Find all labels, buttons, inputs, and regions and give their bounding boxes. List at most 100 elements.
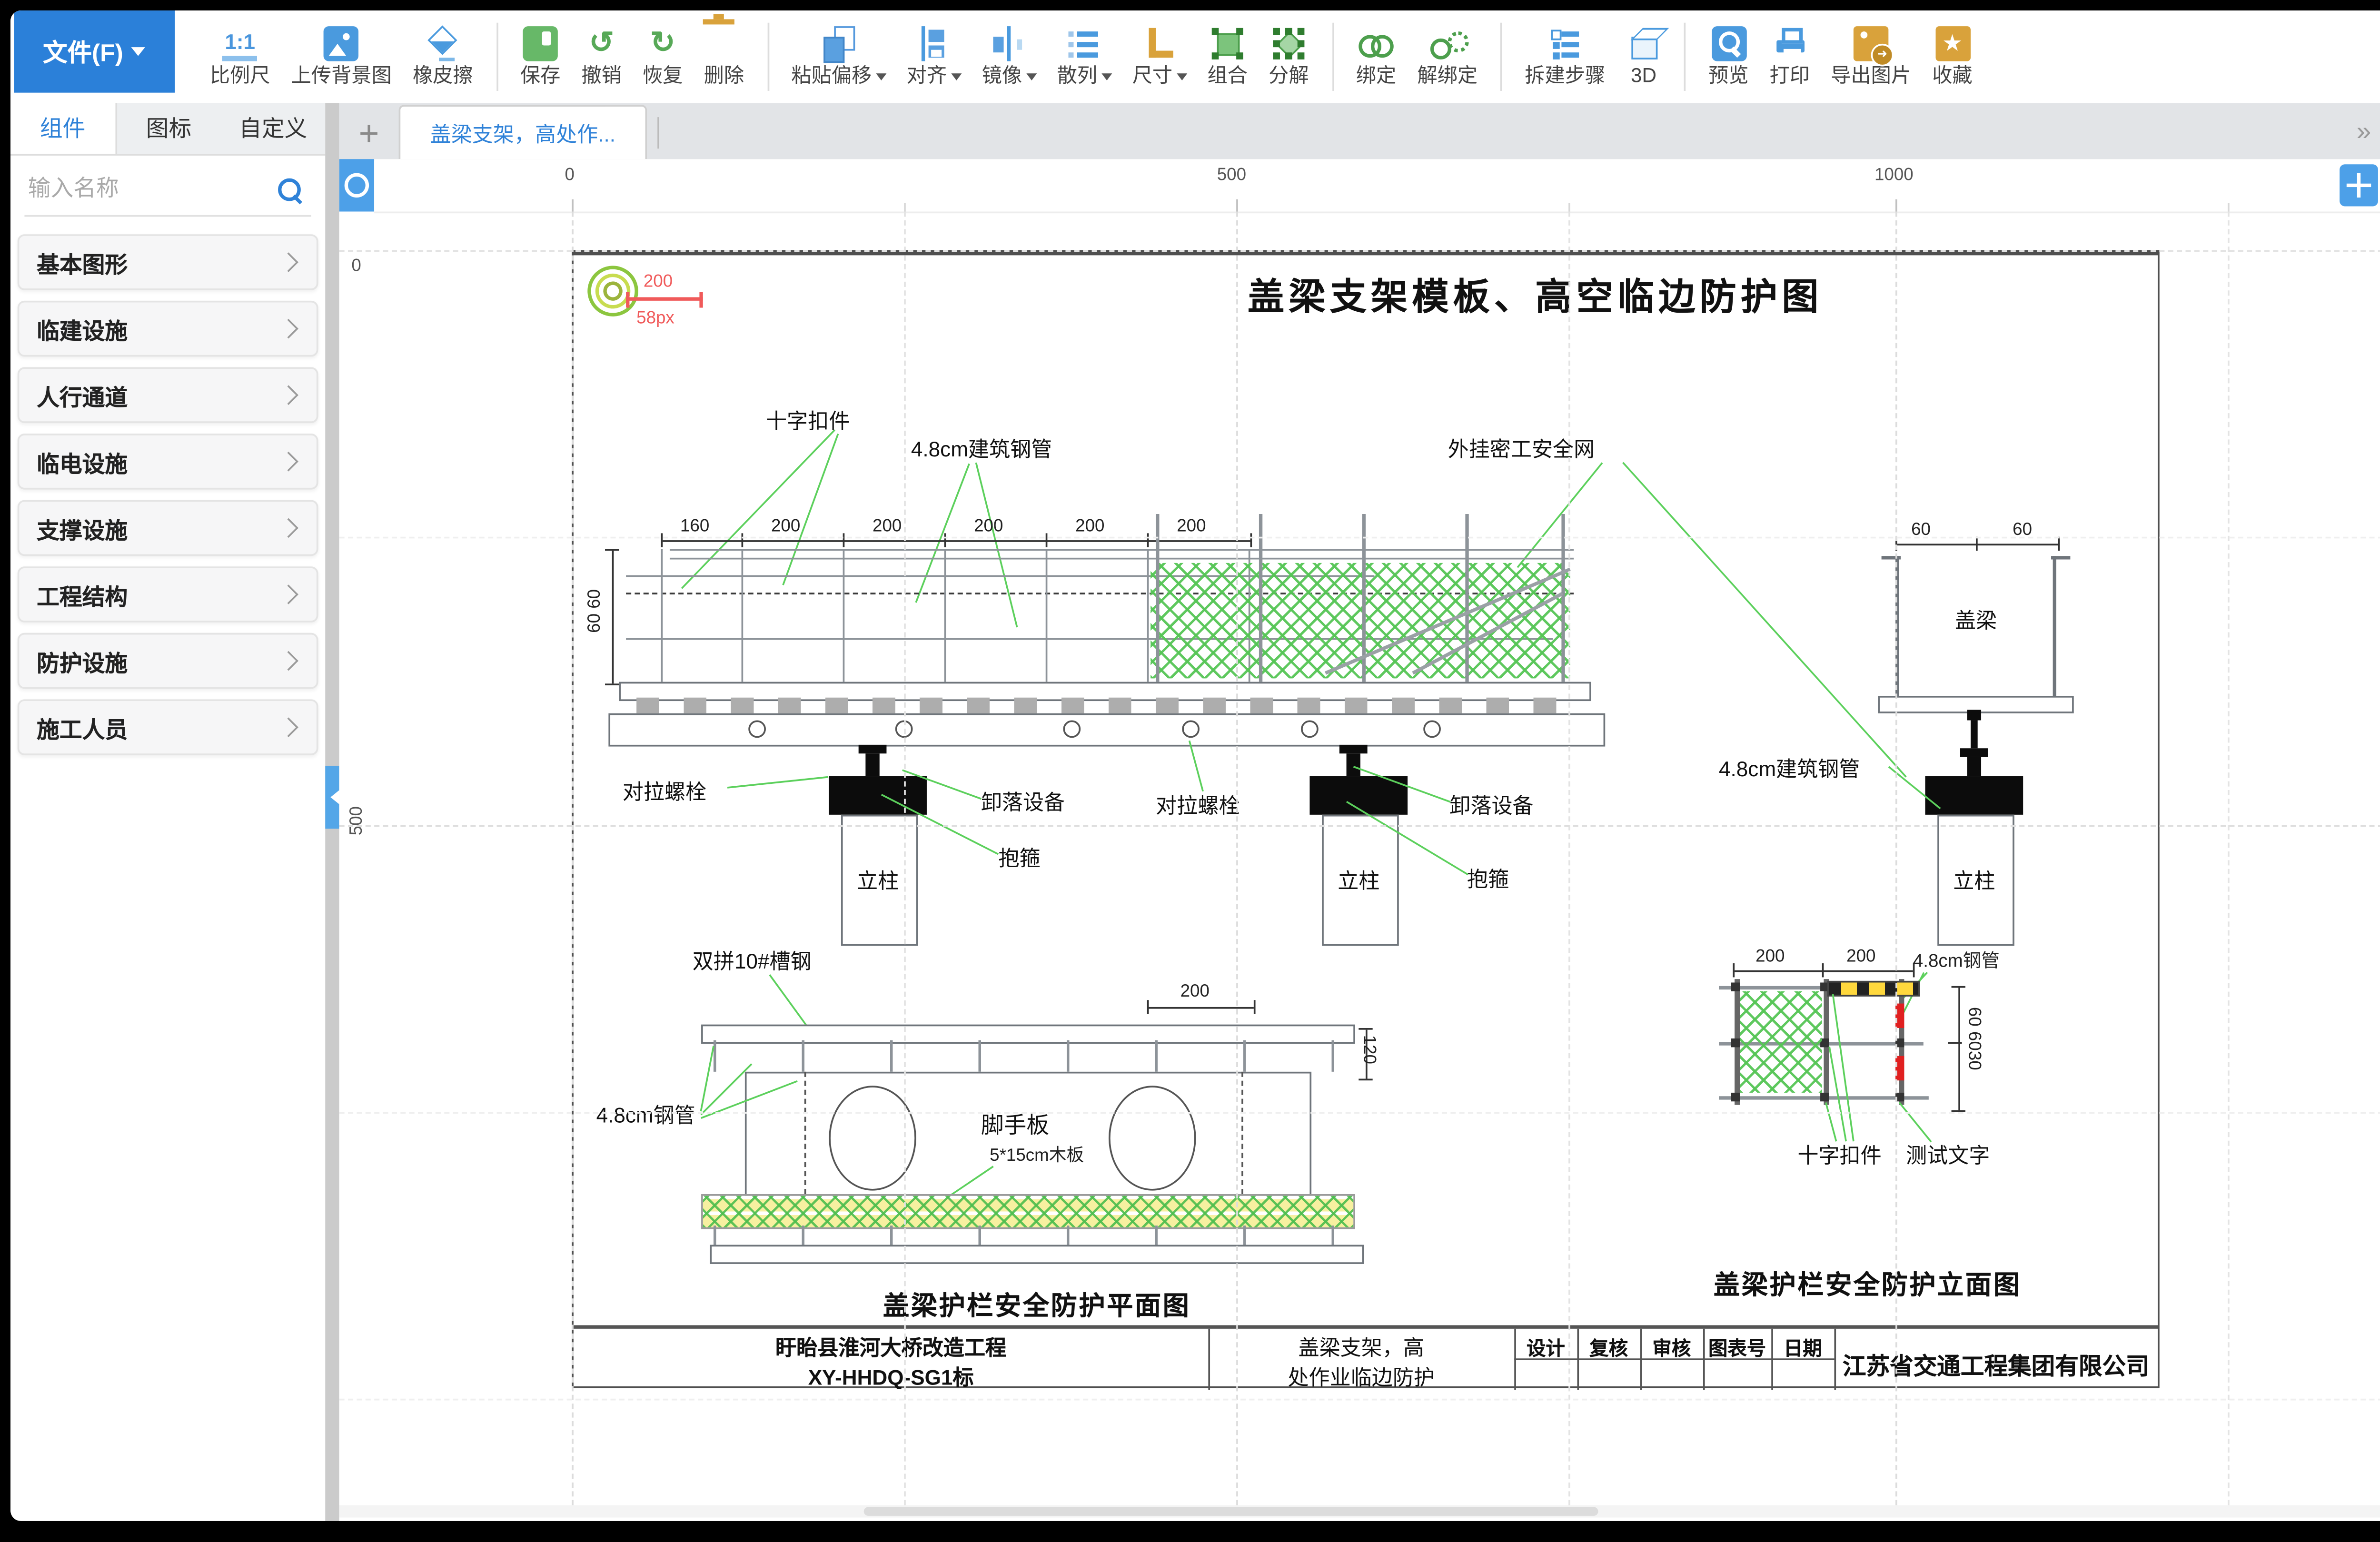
document-tab-active[interactable]: 盖梁支架，高处作... (399, 105, 647, 159)
sidebar-tab-components[interactable]: 组件 (10, 103, 117, 154)
toolbar-button-print[interactable]: 打印 (1759, 10, 1821, 103)
toolbar-separator (1684, 23, 1686, 91)
toolbar-button-distribute[interactable]: 散列 (1047, 10, 1122, 103)
ruler-label: 0 (351, 257, 361, 276)
toolbar-button-build-steps[interactable]: 拆建步骤 (1514, 10, 1616, 103)
column-header: 日期 (1771, 1334, 1834, 1362)
callout-hoop: 抱箍 (999, 843, 1041, 872)
toolbar-button-label: 分解 (1269, 67, 1309, 88)
category-label: 工程结构 (37, 578, 128, 611)
callout-steel-pipe: 4.8cm建筑钢管 (911, 434, 1052, 463)
callout-steel-pipe: 4.8cm建筑钢管 (1719, 753, 1860, 783)
search-input[interactable] (24, 173, 276, 203)
jack-stem (1971, 720, 1978, 748)
column-label: 立柱 (857, 865, 899, 895)
sidebar-item-construction-workers[interactable]: 施工人员 (18, 699, 318, 755)
toolbar-button-align[interactable]: 对齐 (896, 10, 972, 103)
dim-tick (1976, 537, 1978, 551)
sidebar-item-protection-facilities[interactable]: 防护设施 (18, 633, 318, 689)
toolbar-button-eraser[interactable]: 橡皮擦 (402, 10, 484, 103)
sidebar-item-temporary-facilities[interactable]: 临建设施 (18, 301, 318, 357)
toolbar-button-mirror[interactable]: 镜像 (972, 10, 1047, 103)
toolbar-button-preview[interactable]: 预览 (1698, 10, 1759, 103)
toolbar-button-scale-ruler[interactable]: 1:1比例尺 (199, 10, 281, 103)
toolbar-button-label: 打印 (1770, 67, 1810, 88)
callout-channel-steel: 双拼10#槽钢 (693, 946, 812, 975)
origin-icon (345, 173, 369, 198)
callout-cross-clamp: 十字扣件 (1797, 1140, 1881, 1169)
horizontal-scrollbar[interactable] (339, 1505, 2380, 1518)
rail-line (670, 558, 1574, 560)
toolbar-button-label: 上传背景图 (291, 67, 392, 88)
toolbar-button-bind[interactable]: 绑定 (1346, 10, 1407, 103)
section-caption: 盖梁护栏安全防护立面图 (1693, 1266, 2043, 1303)
sidebar-item-basic-shapes[interactable]: 基本图形 (18, 234, 318, 290)
distribute-icon (1067, 26, 1101, 61)
toolbar-button-label: 导出图片 (1831, 67, 1911, 88)
file-menu-label: 文件(F) (43, 34, 123, 69)
dim-label: 60 60 (586, 589, 605, 633)
toolbar-button-export-image[interactable]: 导出图片 (1820, 10, 1922, 103)
add-tab-button[interactable]: + (339, 110, 399, 159)
rail-line (670, 549, 1574, 551)
search-icon[interactable] (276, 177, 304, 205)
toolbar-button-label: 橡皮擦 (413, 67, 473, 88)
callout-unload-device: 卸落设备 (981, 787, 1065, 816)
toolbar-button-label: 解绑定 (1417, 67, 1478, 88)
leader-line (1517, 462, 1604, 568)
fit-view-button[interactable] (2340, 164, 2378, 206)
sidebar-search (24, 173, 311, 217)
jack-bolt (1960, 748, 1988, 757)
sidebar-tab-icons[interactable]: 图标 (117, 103, 221, 154)
toolbar-button-favorite[interactable]: 收藏 (1922, 10, 1983, 103)
dimension-line (1147, 1000, 1256, 1014)
jack-stem (1347, 753, 1360, 776)
toolbar-button-label: 绑定 (1356, 67, 1396, 88)
bolt-hole (1182, 720, 1200, 738)
ruler-origin-button[interactable] (339, 159, 374, 211)
chevron-right-icon (278, 717, 298, 737)
drawing-title: 盖梁支架模板、高空临边防护图 (923, 269, 2147, 322)
mirror-icon (992, 26, 1026, 61)
toolbar-button-label: 对齐 (907, 67, 947, 88)
red-mark (1895, 1056, 1904, 1080)
sidebar-item-pedestrian-passage[interactable]: 人行通道 (18, 367, 318, 423)
spacer-blocks (636, 698, 1570, 713)
sidebar-item-support-facilities[interactable]: 支撑设施 (18, 500, 318, 556)
dropdown-caret-icon (1025, 73, 1036, 86)
dropdown-caret-icon (1101, 73, 1111, 86)
app-root: 文件(F) 1:1比例尺 上传背景图 橡皮擦 保存 ↺撤销 ↻恢复 删除 粘贴偏… (0, 0, 2380, 1542)
toolbar-button-upload-background[interactable]: 上传背景图 (281, 10, 402, 103)
toolbar-button-delete[interactable]: 删除 (694, 10, 755, 103)
file-menu-button[interactable]: 文件(F) (14, 10, 175, 93)
sidebar-item-engineering-structure[interactable]: 工程结构 (18, 566, 318, 623)
post-line (742, 549, 744, 682)
toolbar-button-3d[interactable]: 3D (1616, 10, 1672, 103)
sidebar-tab-custom[interactable]: 自定义 (221, 103, 325, 154)
leader-line (1622, 462, 1907, 778)
dimension-line (661, 533, 1252, 547)
tab-overflow-button[interactable]: » (2335, 107, 2380, 159)
callout-unload-device: 卸落设备 (1449, 790, 1533, 820)
horizontal-ruler[interactable]: 0 500 1000 (374, 159, 2380, 213)
redo-icon: ↻ (645, 26, 680, 61)
toolbar-button-ungroup[interactable]: 分解 (1258, 10, 1319, 103)
toolbar-button-redo[interactable]: ↻恢复 (632, 10, 694, 103)
toolbar-button-group[interactable]: 组合 (1197, 10, 1258, 103)
sidebar-item-temporary-power[interactable]: 临电设施 (18, 434, 318, 490)
drawing-paper[interactable]: 200 58px 盖梁支架模板、高空临边防护图 十字扣件 4.8cm建筑钢管 外… (572, 250, 2160, 1388)
sidebar-collapse-handle[interactable] (325, 766, 339, 829)
scrollbar-thumb[interactable] (864, 1507, 1598, 1516)
toolbar-button-undo[interactable]: ↺撤销 (571, 10, 632, 103)
formwork-line (1895, 556, 1898, 696)
dim-tick (742, 533, 744, 547)
clamp-nodes (1731, 982, 1739, 990)
chevron-right-icon (278, 584, 298, 604)
toolbar-button-dimension[interactable]: 尺寸 (1122, 10, 1197, 103)
toolbar-button-label: 比例尺 (210, 67, 270, 88)
bolt-hole (1301, 720, 1319, 738)
toolbar-button-unbind[interactable]: 解绑定 (1407, 10, 1488, 103)
toolbar-button-paste-offset[interactable]: 粘贴偏移 (781, 10, 896, 103)
toolbar-button-save[interactable]: 保存 (510, 10, 571, 103)
category-list: 基本图形 临建设施 人行通道 临电设施 支撑设施 工程结构 防护设施 施工人员 (10, 234, 325, 755)
